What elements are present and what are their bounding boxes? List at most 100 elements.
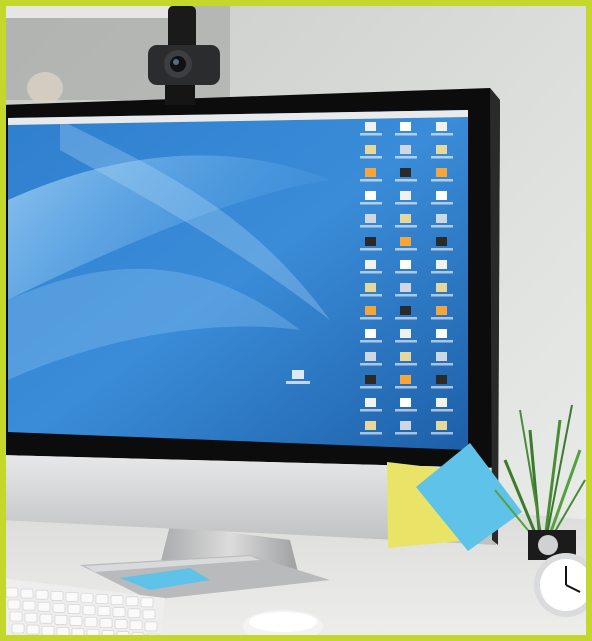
desktop-icon-label (360, 225, 382, 228)
desktop-icon-label (395, 294, 417, 297)
clock-bell-left (538, 535, 558, 555)
desktop-icon-label (431, 432, 453, 435)
desktop-icon-label (395, 179, 417, 182)
keyboard-key (69, 616, 83, 626)
photo-scene (0, 0, 592, 641)
keyboard-key (140, 597, 154, 608)
desktop-icon[interactable] (436, 191, 447, 200)
desktop-icon[interactable] (400, 283, 411, 292)
desktop-icon[interactable] (400, 329, 411, 338)
desktop-icon[interactable] (365, 122, 376, 131)
desktop-icon[interactable] (436, 122, 447, 131)
desktop-icon[interactable] (436, 306, 447, 315)
desktop-icon-label (360, 363, 382, 366)
desktop-icon-label (360, 317, 382, 320)
keyboard-key (35, 589, 49, 600)
desktop-icon-label (431, 340, 453, 343)
keyboard-key (125, 596, 139, 607)
desktop-icon[interactable] (365, 214, 376, 223)
keyboard-key (84, 617, 98, 627)
keyboard-key (50, 590, 64, 601)
desktop-icon[interactable] (436, 283, 447, 292)
keyboard-key (56, 626, 70, 637)
desktop-icon-label (395, 271, 417, 274)
keyboard-key (37, 601, 51, 612)
keyboard-key (127, 608, 141, 619)
desktop-icon-label (360, 340, 382, 343)
desktop-icon[interactable] (365, 260, 376, 269)
desktop-icon[interactable] (400, 122, 411, 131)
desktop-icon[interactable] (365, 191, 376, 200)
keyboard-key (7, 599, 21, 610)
desktop-icon-label (360, 294, 382, 297)
desktop-icon-label (431, 409, 453, 412)
desktop-icon[interactable] (365, 168, 376, 177)
keyboard-key (5, 587, 19, 598)
keyboard-key (41, 625, 55, 636)
desktop-icon-label (360, 179, 382, 182)
desktop-icon[interactable] (365, 329, 376, 338)
desktop-icon[interactable] (365, 375, 376, 384)
desktop-icon-label (395, 340, 417, 343)
keyboard-key (114, 619, 128, 630)
desktop-icon[interactable] (400, 191, 411, 200)
desktop-icon[interactable] (436, 421, 447, 430)
desktop-icon[interactable] (365, 352, 376, 361)
desktop-icon-label (395, 202, 417, 205)
desktop-icon-label (395, 386, 417, 389)
desktop-icon[interactable] (365, 398, 376, 407)
keyboard-key (54, 614, 68, 625)
desktop-icon-label (431, 294, 453, 297)
desktop-icon[interactable] (436, 329, 447, 338)
desktop-icon[interactable] (400, 306, 411, 315)
desktop-icon-label (360, 202, 382, 205)
desktop-icon[interactable] (400, 375, 411, 384)
desktop-icon-label (360, 271, 382, 274)
keyboard-key (67, 604, 81, 614)
desktop-icon[interactable] (365, 421, 376, 430)
desktop-icon-label (431, 225, 453, 228)
desktop-icon[interactable] (436, 260, 447, 269)
desktop-icon[interactable] (400, 214, 411, 223)
desktop-icon[interactable] (365, 283, 376, 292)
desktop-icon[interactable] (400, 168, 411, 177)
desktop-file-label (286, 381, 310, 384)
keyboard-key (142, 609, 156, 620)
desktop-icon-label (395, 432, 417, 435)
lamp-bulb (27, 72, 63, 104)
desktop-icon-label (360, 156, 382, 159)
keyboard-key (22, 600, 36, 611)
keyboard-key (80, 593, 94, 603)
desktop-icon[interactable] (436, 352, 447, 361)
desktop-icon[interactable] (365, 306, 376, 315)
desktop-icon[interactable] (400, 237, 411, 246)
desktop-icon-label (395, 363, 417, 366)
desktop-file-icon[interactable] (292, 370, 304, 379)
desktop-icon[interactable] (436, 375, 447, 384)
desktop-icon[interactable] (400, 398, 411, 407)
desktop-icon[interactable] (400, 145, 411, 154)
desktop-icon[interactable] (436, 145, 447, 154)
desktop-icon[interactable] (400, 260, 411, 269)
desktop-icon[interactable] (365, 237, 376, 246)
desktop-icon-label (395, 133, 417, 136)
desktop-icon[interactable] (436, 398, 447, 407)
desktop-icon[interactable] (436, 168, 447, 177)
desktop-icon[interactable] (436, 237, 447, 246)
desktop-icon[interactable] (365, 145, 376, 154)
desktop-icon[interactable] (400, 421, 411, 430)
keyboard-key (82, 605, 96, 615)
webcam-clip (165, 85, 195, 105)
desktop-icon-label (395, 409, 417, 412)
desktop-icon[interactable] (436, 214, 447, 223)
desktop-icon-label (431, 317, 453, 320)
desktop-icon-label (360, 432, 382, 435)
desktop-icon-label (360, 133, 382, 136)
desktop-icon-label (431, 133, 453, 136)
keyboard-key (144, 621, 158, 632)
keyboard-key (65, 592, 79, 602)
keyboard-key (112, 607, 126, 618)
desktop-icon-label (395, 317, 417, 320)
keyboard-key (99, 618, 113, 628)
desktop-icon[interactable] (400, 352, 411, 361)
